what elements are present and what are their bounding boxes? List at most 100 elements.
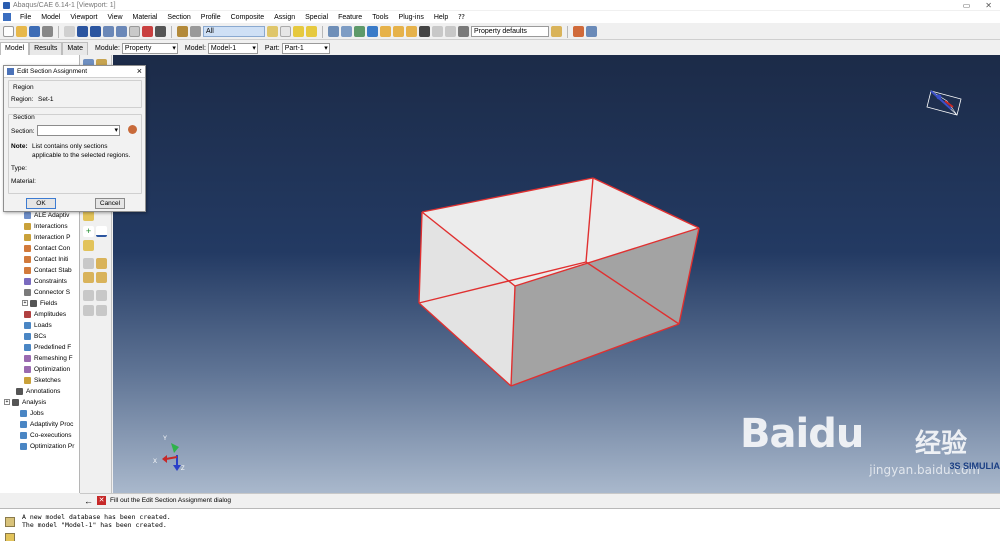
view-back-icon[interactable] [393,26,404,37]
expand-icon[interactable]: + [4,399,10,405]
magnify-icon[interactable] [103,26,114,37]
tree-item[interactable]: Contact Stab [24,265,72,275]
save-icon[interactable] [29,26,40,37]
tree-item[interactable]: + Fields [22,298,57,308]
partition-icon[interactable] [83,290,94,301]
pan-icon[interactable] [77,26,88,37]
menu-feature[interactable]: Feature [333,14,367,21]
tree-item[interactable]: Loads [24,320,52,330]
menu-tools[interactable]: Tools [367,14,393,21]
menu-view[interactable]: View [102,14,127,21]
tree-item[interactable]: Contact Initi [24,254,68,264]
geometry-icon[interactable] [280,26,291,37]
zoom-icon[interactable] [116,26,127,37]
render-hidden-icon[interactable] [341,26,352,37]
expand-icon[interactable]: + [22,300,28,306]
color-code-icon[interactable] [458,26,469,37]
close-icon[interactable]: ✕ [985,1,992,10]
model-select[interactable]: Model-1 [207,42,258,54]
tree-item[interactable]: Optimization [24,364,70,374]
window-menu-icon[interactable] [3,13,11,21]
tree-item[interactable]: Interaction P [24,232,71,242]
context-help-icon[interactable]: ⁇ [453,13,469,21]
restore-icon[interactable]: ▭ [963,1,971,10]
tree-item[interactable]: + Analysis [4,397,46,407]
view-cube-icon[interactable] [926,90,962,116]
tree-item[interactable]: Sketches [24,375,61,385]
color-edit-icon[interactable] [551,26,562,37]
tree-item[interactable]: Optimization Pr [20,441,74,451]
close-icon[interactable]: × [137,67,142,76]
partition-edge-icon[interactable] [96,305,107,316]
tab-model[interactable]: Model [0,41,30,55]
part-select[interactable]: Part-1 [281,42,330,54]
menu-special[interactable]: Special [300,14,333,21]
undo-view-icon[interactable] [419,26,430,37]
menu-model[interactable]: Model [36,14,65,21]
auto-fit-icon[interactable] [142,26,153,37]
menu-file[interactable]: File [15,14,36,21]
tree-item[interactable]: Remeshing F [24,353,73,363]
feature-icon[interactable] [293,26,304,37]
part-geometry[interactable] [418,177,700,387]
tree-item[interactable]: Interactions [24,221,68,231]
menu-section[interactable]: Section [162,14,195,21]
tree-item[interactable]: Connector S [24,287,70,297]
menu-help[interactable]: Help [429,14,453,21]
datum-plane-icon[interactable] [83,272,94,283]
menu-composite[interactable]: Composite [226,14,269,21]
cancel-button[interactable]: Cancel [95,198,125,209]
menu-assign[interactable]: Assign [269,14,300,21]
tree-item[interactable]: Contact Con [24,243,70,253]
render-shaded-icon[interactable] [354,26,365,37]
sort-icon[interactable] [155,26,166,37]
view-front-icon[interactable] [380,26,391,37]
grid-icon[interactable] [190,26,201,37]
datum-icon[interactable] [306,26,317,37]
partition-face-icon[interactable] [96,290,107,301]
tab-material-library[interactable]: Mate [62,41,88,55]
cancel-prompt-icon[interactable]: ✕ [97,496,106,505]
refresh-icon[interactable] [432,26,443,37]
tree-item[interactable]: Jobs [20,408,44,418]
render-wireframe-icon[interactable] [328,26,339,37]
menu-viewport[interactable]: Viewport [65,14,102,21]
chevron-down-icon[interactable]: ▾ [114,126,118,134]
viewport[interactable]: Y X Z Baidu 经验 jingyan.baidu.com 3S SIMU… [113,55,1000,493]
ok-button[interactable]: OK [26,198,56,209]
datum-csys-icon[interactable] [96,272,107,283]
selection-filter-select[interactable]: All [203,26,265,37]
datum-axis-icon[interactable] [96,258,107,269]
display-group-icon[interactable] [573,26,584,37]
tree-item[interactable]: Constraints [24,276,67,286]
tab-results[interactable]: Results [29,41,63,55]
menu-plugins[interactable]: Plug-ins [394,14,429,21]
grid-table-icon[interactable] [83,240,94,251]
tree-item[interactable]: BCs [24,331,46,341]
add-icon[interactable]: + [83,226,94,237]
new-file-icon[interactable] [3,26,14,37]
menu-material[interactable]: Material [128,14,163,21]
tree-item[interactable]: Adaptivity Proc [20,419,73,429]
print-icon[interactable] [42,26,53,37]
box-zoom-icon[interactable] [129,26,140,37]
line-icon[interactable] [96,226,107,237]
python-tab-icon[interactable] [5,533,15,541]
back-arrow-icon[interactable]: ← [84,496,93,506]
info-icon[interactable] [367,26,378,37]
module-select[interactable]: Property [121,42,178,54]
tree-item[interactable]: Amplitudes [24,309,66,319]
query-icon[interactable] [177,26,188,37]
dialog-title-bar[interactable]: Edit Section Assignment × [4,66,145,78]
rotate-icon[interactable] [90,26,101,37]
color-code-select[interactable]: Property defaults [471,26,549,37]
menu-profile[interactable]: Profile [196,14,226,21]
tree-item[interactable]: Predefined F [24,342,71,352]
replace-group-icon[interactable] [586,26,597,37]
view-iso-icon[interactable] [406,26,417,37]
tree-item[interactable]: Annotations [16,386,60,396]
create-section-icon[interactable] [128,125,137,134]
tree-item[interactable]: Co-executions [20,430,72,440]
part-instance-icon[interactable] [267,26,278,37]
open-file-icon[interactable] [16,26,27,37]
